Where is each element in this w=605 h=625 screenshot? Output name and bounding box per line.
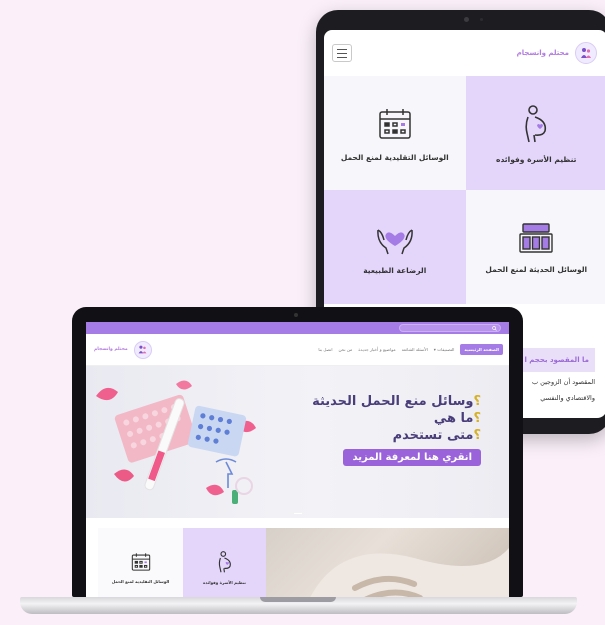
- laptop-device: الصفحة الرئيسية التصنيفات ▾ الأسئلة الشا…: [72, 307, 523, 597]
- logo-icon: [133, 340, 152, 359]
- category-label: تنظيم الأسرة وفوائده: [203, 580, 246, 585]
- laptop-brand[interactable]: محتلم وانسجام: [94, 340, 152, 359]
- pregnant-woman-icon: [218, 551, 231, 573]
- laptop-category-row: الوسائل التقليدية لمنع الحمل تنظيم الأسر…: [86, 528, 509, 597]
- tablet-brand[interactable]: محتلم وانسجام: [517, 42, 597, 64]
- tablet-category-grid: تنظيم الأسرة وفوائده الوسائل التقليدية ل…: [324, 76, 605, 304]
- brand-name: محتلم وانسجام: [516, 49, 569, 57]
- pregnancy-photo: [266, 528, 509, 597]
- slider-dots: [86, 513, 509, 514]
- hero-slider[interactable]: ؟وسائل منع الحمل الحديثة ؟ما هي ؟متى تست…: [86, 366, 509, 518]
- calendar-icon: [379, 108, 411, 139]
- laptop-camera: [294, 313, 298, 317]
- laptop-base: [20, 597, 577, 614]
- category-family-planning[interactable]: تنظيم الأسرة وفوائده: [465, 76, 605, 190]
- category-label: الوسائل الحديثة لمنع الحمل: [485, 264, 588, 274]
- category-label: الوسائل التقليدية لمنع الحمل: [111, 579, 170, 584]
- hamburger-menu-icon[interactable]: [332, 44, 352, 62]
- pregnant-woman-icon: [525, 104, 547, 142]
- hero-subline: ؟متى تستخدم: [392, 428, 481, 443]
- tablet-sensor: [480, 18, 483, 21]
- hero-text: ؟وسائل منع الحمل الحديثة ؟ما هي ؟متى تست…: [312, 393, 481, 466]
- category-traditional-methods[interactable]: الوسائل التقليدية لمنع الحمل: [324, 76, 466, 190]
- category-label: تنظيم الأسرة وفوائده: [496, 154, 577, 164]
- category-traditional-methods[interactable]: الوسائل التقليدية لمنع الحمل: [98, 528, 183, 597]
- nav-item-categories[interactable]: التصنيفات ▾: [434, 347, 455, 352]
- calendar-icon: [131, 553, 150, 571]
- logo-icon: [575, 42, 597, 64]
- laptop-notch: [260, 597, 336, 602]
- learn-more-button[interactable]: انقري هنا لمعرفة المزيد: [343, 449, 481, 466]
- pregnant-belly-image: [310, 548, 509, 597]
- category-family-planning[interactable]: تنظيم الأسرة وفوائده: [183, 528, 266, 597]
- category-label: الرضاعة الطبيعية: [363, 265, 427, 275]
- category-label: الوسائل التقليدية لمنع الحمل: [340, 152, 449, 162]
- top-bar: [86, 322, 509, 334]
- slider-dot[interactable]: [293, 513, 302, 514]
- nav-item-faq[interactable]: الأسئلة الشائعة: [402, 347, 428, 352]
- main-navigation: الصفحة الرئيسية التصنيفات ▾ الأسئلة الشا…: [86, 334, 509, 366]
- nav-item-contact[interactable]: اتصل بنا: [318, 347, 332, 352]
- hero-image-contraceptives: [96, 380, 256, 504]
- laptop-screen: الصفحة الرئيسية التصنيفات ▾ الأسئلة الشا…: [86, 322, 509, 597]
- search-input[interactable]: [399, 324, 501, 332]
- hero-subline: ؟ما هي: [433, 411, 481, 426]
- tablet-header: محتلم وانسجام: [324, 30, 605, 76]
- nav-menu: الصفحة الرئيسية التصنيفات ▾ الأسئلة الشا…: [318, 344, 503, 355]
- hero-headline: ؟وسائل منع الحمل الحديثة: [312, 394, 481, 409]
- brand-name: محتلم وانسجام: [94, 347, 128, 352]
- nav-item-news[interactable]: مواضيع و أخبار جديدة: [358, 347, 395, 352]
- nav-item-about[interactable]: من نحن: [338, 347, 352, 352]
- tablet-camera: [464, 17, 469, 22]
- pill-pack-icon: [519, 222, 553, 253]
- nav-item-home[interactable]: الصفحة الرئيسية: [460, 344, 503, 355]
- category-modern-methods[interactable]: الوسائل الحديثة لمنع الحمل: [465, 190, 605, 304]
- category-breastfeeding[interactable]: الرضاعة الطبيعية: [324, 190, 466, 304]
- heart-hands-icon: [376, 228, 413, 254]
- search-icon: [492, 325, 497, 331]
